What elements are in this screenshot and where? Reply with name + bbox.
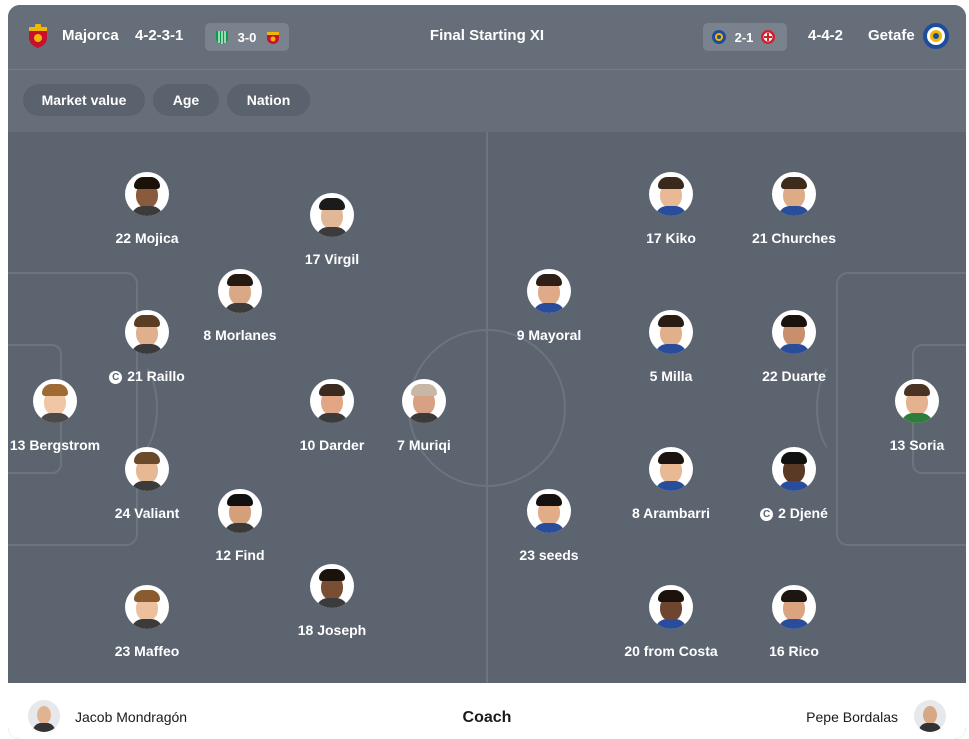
player-from-costa[interactable]: 20 from Costa: [606, 585, 736, 659]
player-arambarri[interactable]: 8 Arambarri: [606, 447, 736, 521]
player-photo: [402, 379, 446, 423]
lineup-header: Majorca 4-2-3-1 3-0 Final Starting XI 2-…: [8, 5, 966, 70]
away-coach-name[interactable]: Pepe Bordalas: [806, 709, 898, 725]
player-photo: [649, 447, 693, 491]
player-label: 22 Duarte: [762, 368, 826, 384]
away-team-name[interactable]: Getafe: [868, 27, 915, 44]
player-photo: [125, 585, 169, 629]
player-photo: [527, 489, 571, 533]
player-photo: [33, 379, 77, 423]
player-label: 16 Rico: [769, 643, 819, 659]
player-photo: [218, 489, 262, 533]
player-label: C2 Djené: [729, 505, 859, 521]
away-last-match[interactable]: 2-1: [703, 23, 787, 51]
player-photo: [772, 447, 816, 491]
player-photo: [310, 379, 354, 423]
player-raillo[interactable]: C 21 Raillo: [82, 310, 212, 384]
player-label: 7 Muriqi: [397, 437, 451, 453]
player-label: 20 from Costa: [624, 643, 718, 659]
player-duarte[interactable]: 22 Duarte: [729, 310, 859, 384]
player-label: 17 Virgil: [304, 251, 360, 267]
market-value-filter[interactable]: Market value: [23, 84, 145, 116]
captain-icon: C: [760, 508, 774, 521]
away-formation: 4-4-2: [808, 27, 844, 44]
player-label: 13 Soria: [889, 437, 945, 453]
player-label: 5 Milla: [649, 368, 693, 384]
player-muriqi[interactable]: 7 Muriqi: [359, 379, 489, 453]
player-maffeo[interactable]: 23 Maffeo: [82, 585, 212, 659]
pitch: 22 Mojica 17 Virgil 8 Morlanes C 21 Raill…: [8, 132, 966, 683]
player-photo: [895, 379, 939, 423]
player-label: 23 seeds: [519, 547, 579, 563]
player-soria[interactable]: 13 Soria: [852, 379, 966, 453]
getafe-crest-icon: [923, 23, 949, 49]
away-coach-avatar: [914, 700, 946, 732]
player-label: 12 Find: [215, 547, 265, 563]
player-djene[interactable]: C2 Djené: [729, 447, 859, 521]
player-joseph[interactable]: 18 Joseph: [267, 564, 397, 638]
player-label: 18 Joseph: [297, 622, 367, 638]
player-find[interactable]: 12 Find: [175, 489, 305, 563]
player-photo: [649, 585, 693, 629]
player-rico[interactable]: 16 Rico: [729, 585, 859, 659]
player-milla[interactable]: 5 Milla: [606, 310, 736, 384]
filter-bar: Market value Age Nation: [8, 70, 966, 132]
player-photo: [125, 310, 169, 354]
girona-crest-icon: [761, 30, 775, 44]
player-photo: [772, 310, 816, 354]
player-virgil[interactable]: 17 Virgil: [267, 193, 397, 267]
player-seeds[interactable]: 23 seeds: [484, 489, 614, 563]
coach-bar: Jacob Mondragón Coach Pepe Bordalas: [8, 683, 966, 739]
lineup-card: Majorca 4-2-3-1 3-0 Final Starting XI 2-…: [8, 5, 966, 739]
player-photo: [772, 172, 816, 216]
player-label: 17 Kiko: [646, 230, 696, 246]
player-label: 23 Maffeo: [114, 643, 180, 659]
player-bergstrom[interactable]: 13 Bergstrom: [8, 379, 120, 453]
player-kiko[interactable]: 17 Kiko: [606, 172, 736, 246]
player-photo: [772, 585, 816, 629]
getafe-crest-icon: [712, 30, 726, 44]
player-photo: [649, 310, 693, 354]
player-photo: [125, 447, 169, 491]
player-mayoral[interactable]: 9 Mayoral: [484, 269, 614, 343]
away-last-score: 2-1: [734, 30, 754, 45]
player-photo: [649, 172, 693, 216]
player-label: 21 Churches: [751, 230, 837, 246]
player-photo: [125, 172, 169, 216]
player-label: 9 Mayoral: [516, 327, 582, 343]
player-label: 22 Mojica: [115, 230, 179, 246]
nation-filter[interactable]: Nation: [227, 84, 310, 116]
player-label: 8 Arambarri: [631, 505, 711, 521]
age-filter[interactable]: Age: [153, 84, 219, 116]
player-photo: [218, 269, 262, 313]
player-churches[interactable]: 21 Churches: [729, 172, 859, 246]
player-mojica[interactable]: 22 Mojica: [82, 172, 212, 246]
player-photo: [310, 564, 354, 608]
player-photo: [310, 193, 354, 237]
player-photo: [527, 269, 571, 313]
